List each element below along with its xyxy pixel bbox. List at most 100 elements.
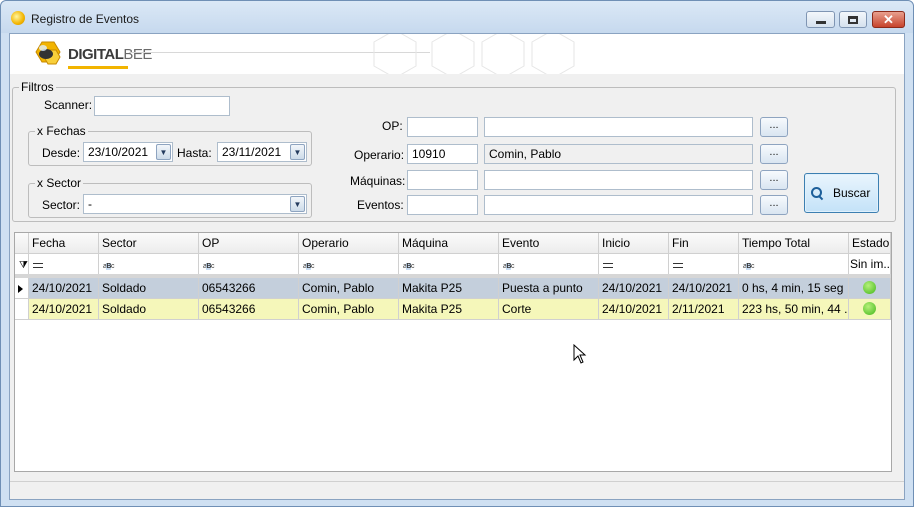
cell-op[interactable]: 06543266: [199, 278, 299, 299]
minimize-button[interactable]: [806, 11, 835, 28]
cell-fecha[interactable]: 24/10/2021: [29, 278, 99, 299]
mouse-pointer-icon: [573, 344, 587, 364]
cell-inicio[interactable]: 24/10/2021: [599, 299, 669, 320]
table-row[interactable]: 24/10/2021 Soldado 06543266 Comin, Pablo…: [15, 299, 891, 320]
funnel-icon: ⧩: [19, 260, 28, 271]
row-indicator: [15, 299, 29, 320]
column-header-sector[interactable]: Sector: [99, 233, 199, 254]
cell-fin[interactable]: 24/10/2021: [669, 278, 739, 299]
desde-label: Desde:: [42, 146, 81, 160]
app-icon: [11, 11, 25, 25]
brand-banner: DIGITALBEE: [10, 34, 904, 74]
abc-filter-icon: aBc: [743, 263, 754, 270]
table-row[interactable]: 24/10/2021 Soldado 06543266 Comin, Pablo…: [15, 278, 891, 299]
abc-filter-icon: aBc: [103, 263, 114, 270]
status-ok-smiley-icon: [863, 302, 876, 315]
maquinas-lookup-button[interactable]: ...: [760, 170, 788, 190]
column-header-inicio[interactable]: Inicio: [599, 233, 669, 254]
brand-name-light: BEE: [123, 46, 152, 63]
close-button[interactable]: ✕: [872, 11, 905, 28]
op-code-input[interactable]: [407, 117, 478, 137]
cell-evento[interactable]: Puesta a punto: [499, 278, 599, 299]
desde-date-picker[interactable]: 23/10/2021 ▼: [83, 142, 173, 162]
cell-evento[interactable]: Corte: [499, 299, 599, 320]
filter-cell-inicio[interactable]: [599, 254, 669, 275]
cell-estado[interactable]: [849, 299, 891, 320]
desde-value: 23/10/2021: [88, 145, 149, 159]
filter-cell-evento[interactable]: aBc: [499, 254, 599, 275]
filter-row-indicator: ⧩: [15, 254, 29, 275]
eventos-code-input[interactable]: [407, 195, 478, 215]
filter-cell-estado[interactable]: Sin im...: [849, 254, 891, 275]
maquinas-code-input[interactable]: [407, 170, 478, 190]
maquinas-label: Máquinas:: [350, 174, 406, 188]
operario-code-input[interactable]: 10910: [407, 144, 478, 164]
header-indicator-cell: [15, 233, 29, 254]
client-area: DIGITALBEE Filtros Scanner: x Fechas Des…: [9, 33, 905, 500]
brand-underline: [68, 66, 128, 69]
hasta-date-picker[interactable]: 23/11/2021 ▼: [217, 142, 307, 162]
op-desc-input[interactable]: [484, 117, 753, 137]
cell-sector[interactable]: Soldado: [99, 278, 199, 299]
filter-cell-operario[interactable]: aBc: [299, 254, 399, 275]
app-window: Registro de Eventos ✕ DIGITALBEE Filtros…: [0, 0, 914, 507]
maximize-button[interactable]: [839, 11, 867, 28]
cell-op[interactable]: 06543266: [199, 299, 299, 320]
sector-label: Sector:: [42, 198, 81, 212]
filter-cell-op[interactable]: aBc: [199, 254, 299, 275]
column-header-fin[interactable]: Fin: [669, 233, 739, 254]
cell-operario[interactable]: Comin, Pablo: [299, 299, 399, 320]
minimize-icon: [815, 21, 826, 24]
eventos-lookup-button[interactable]: ...: [760, 195, 788, 215]
cell-tiempo-total[interactable]: 223 hs, 50 min, 44 ...: [739, 299, 849, 320]
hasta-value: 23/11/2021: [222, 145, 282, 159]
cell-inicio[interactable]: 24/10/2021: [599, 278, 669, 299]
equals-filter-icon: [603, 263, 613, 268]
hasta-label: Hasta:: [177, 146, 212, 160]
status-ok-smiley-icon: [863, 281, 876, 294]
filter-cell-fecha[interactable]: [29, 254, 99, 275]
column-header-maquina[interactable]: Máquina: [399, 233, 499, 254]
column-header-op[interactable]: OP: [199, 233, 299, 254]
maquinas-desc-input[interactable]: [484, 170, 753, 190]
brand-name-bold: DIGITAL: [68, 46, 124, 63]
cell-tiempo-total[interactable]: 0 hs, 4 min, 15 seg: [739, 278, 849, 299]
chevron-down-icon[interactable]: ▼: [290, 196, 305, 212]
equals-filter-icon: [33, 263, 43, 268]
filter-cell-maquina[interactable]: aBc: [399, 254, 499, 275]
cell-operario[interactable]: Comin, Pablo: [299, 278, 399, 299]
grid-filter-row: ⧩ aBc aBc aBc aBc aBc aBc Sin im...: [15, 254, 891, 275]
cell-fecha[interactable]: 24/10/2021: [29, 299, 99, 320]
cell-estado[interactable]: [849, 278, 891, 299]
filter-cell-tiempo-total[interactable]: aBc: [739, 254, 849, 275]
op-lookup-button[interactable]: ...: [760, 117, 788, 137]
eventos-desc-input[interactable]: [484, 195, 753, 215]
chevron-down-icon[interactable]: ▼: [290, 144, 305, 160]
status-bar: [10, 481, 904, 499]
chevron-down-icon[interactable]: ▼: [156, 144, 171, 160]
buscar-button[interactable]: Buscar: [804, 173, 879, 213]
operario-desc-field: Comin, Pablo: [484, 144, 753, 164]
brand-name: DIGITALBEE: [68, 46, 152, 63]
column-header-fecha[interactable]: Fecha: [29, 233, 99, 254]
filter-cell-fin[interactable]: [669, 254, 739, 275]
abc-filter-icon: aBc: [303, 263, 314, 270]
sector-select[interactable]: - ▼: [83, 194, 307, 214]
column-header-evento[interactable]: Evento: [499, 233, 599, 254]
cell-maquina[interactable]: Makita P25: [399, 299, 499, 320]
search-icon: [811, 187, 823, 199]
cell-fin[interactable]: 2/11/2021: [669, 299, 739, 320]
column-header-estado[interactable]: Estado: [849, 233, 891, 254]
column-header-tiempo-total[interactable]: Tiempo Total: [739, 233, 849, 254]
operario-lookup-button[interactable]: ...: [760, 144, 788, 164]
title-bar[interactable]: Registro de Eventos ✕: [1, 1, 913, 33]
equals-filter-icon: [673, 263, 683, 268]
cell-maquina[interactable]: Makita P25: [399, 278, 499, 299]
column-header-operario[interactable]: Operario: [299, 233, 399, 254]
scanner-input[interactable]: [94, 96, 230, 116]
cell-sector[interactable]: Soldado: [99, 299, 199, 320]
filter-cell-sector[interactable]: aBc: [99, 254, 199, 275]
events-grid[interactable]: Fecha Sector OP Operario Máquina Evento …: [14, 232, 892, 472]
fechas-legend: x Fechas: [37, 124, 86, 138]
hex-decoration-icon: [431, 34, 475, 74]
